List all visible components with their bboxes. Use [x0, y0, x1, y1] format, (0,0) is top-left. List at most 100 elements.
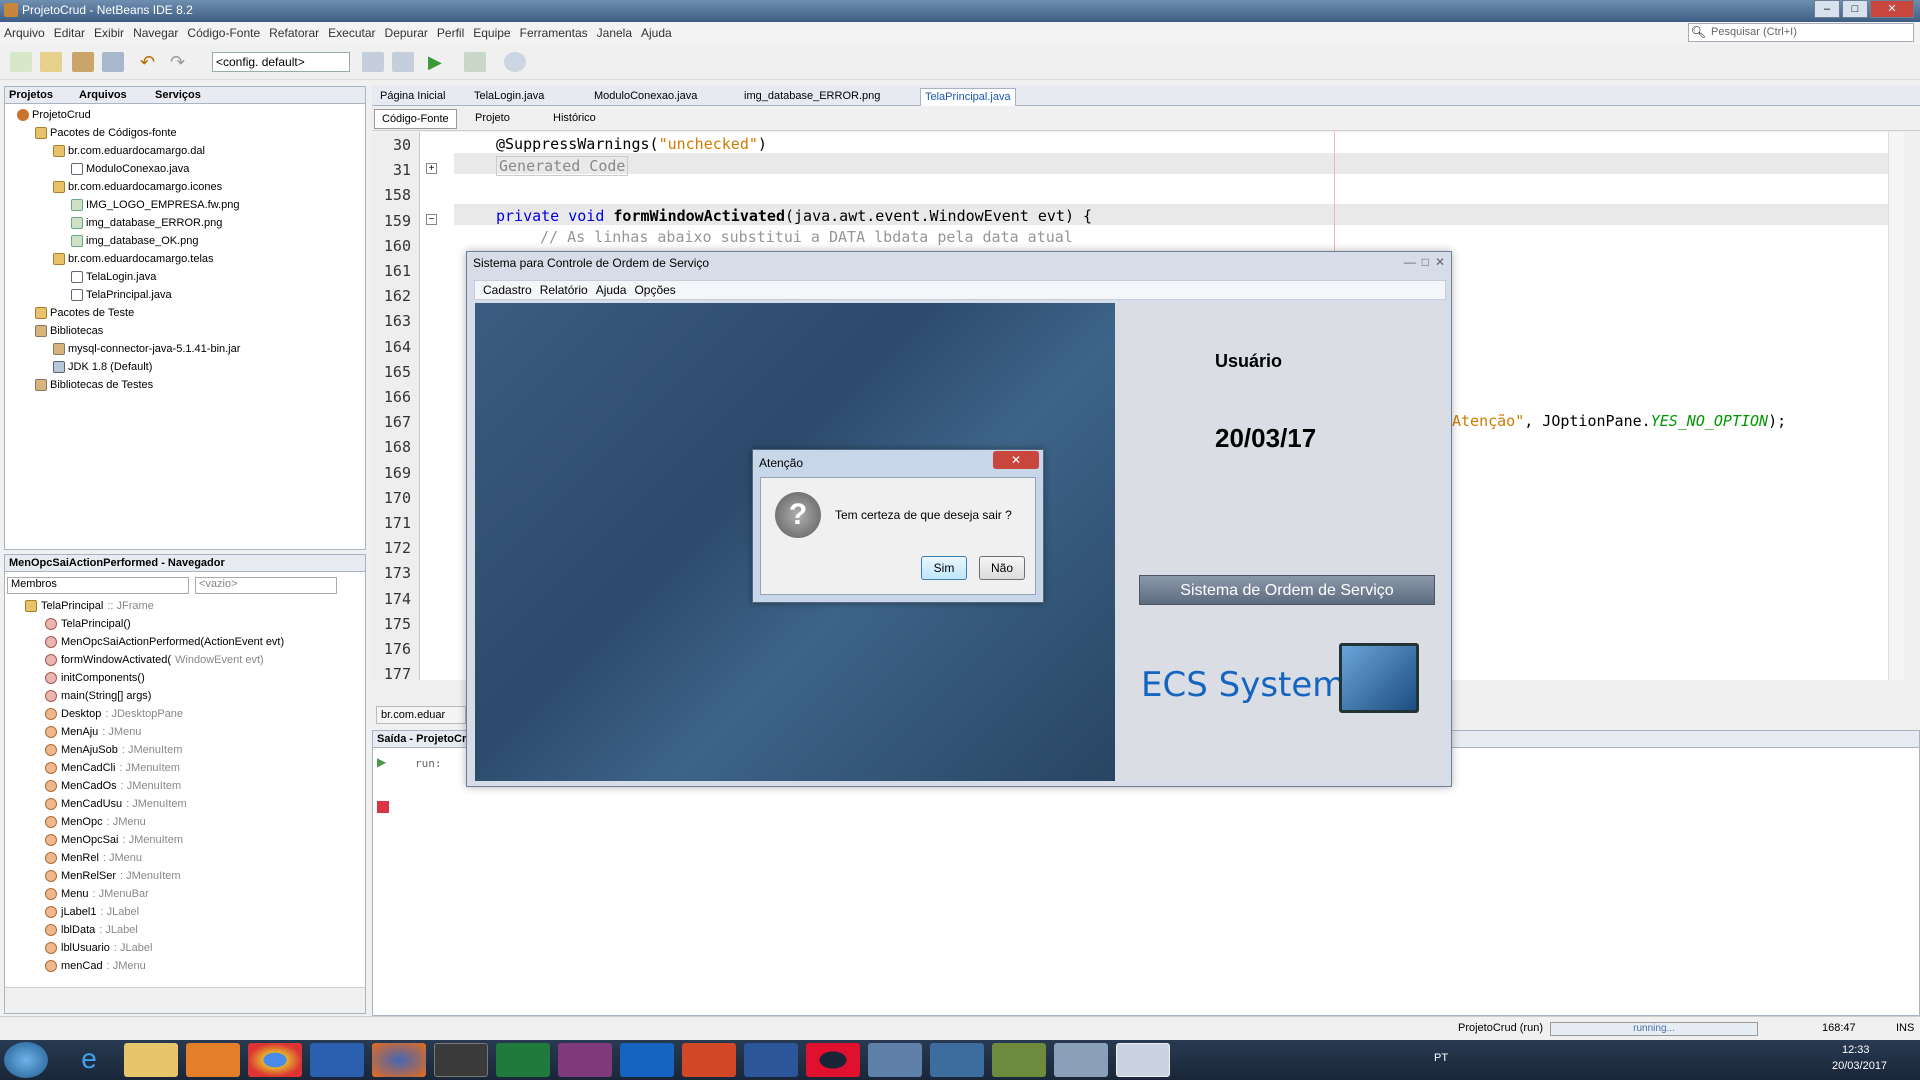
navigator-item[interactable]: MenCadUsu : JMenuItem: [45, 798, 187, 810]
wireshark-icon[interactable]: [930, 1043, 984, 1077]
stop-icon[interactable]: [377, 801, 389, 813]
app-menu-opcoes[interactable]: Opções: [634, 283, 675, 297]
outlook-icon[interactable]: [620, 1043, 674, 1077]
word-icon[interactable]: [744, 1043, 798, 1077]
dialog-close-button[interactable]: ✕: [993, 451, 1039, 469]
profile-icon[interactable]: [504, 52, 526, 72]
tree-node[interactable]: TelaLogin.java: [71, 271, 156, 283]
navigator-item[interactable]: MenRelSer : JMenuItem: [45, 870, 181, 882]
menu-6[interactable]: Executar: [328, 26, 375, 40]
tree-node[interactable]: JDK 1.8 (Default): [53, 361, 152, 373]
tree-node[interactable]: br.com.eduardocamargo.icones: [53, 181, 222, 193]
tab-services[interactable]: Serviços: [155, 89, 201, 101]
menu-9[interactable]: Equipe: [473, 26, 510, 40]
ie-icon[interactable]: e: [62, 1043, 116, 1077]
search-input[interactable]: Pesquisar (Ctrl+I): [1688, 23, 1914, 42]
tree-node[interactable]: TelaPrincipal.java: [71, 289, 172, 301]
chrome-icon[interactable]: [248, 1043, 302, 1077]
new-project-icon[interactable]: [40, 52, 62, 72]
navigator-item[interactable]: MenCadOs : JMenuItem: [45, 780, 181, 792]
menu-11[interactable]: Janela: [597, 26, 632, 40]
navigator-item[interactable]: formWindowActivated(WindowEvent evt): [45, 654, 264, 666]
tree-node[interactable]: img_database_OK.png: [71, 235, 199, 247]
generated-code-fold[interactable]: Generated Code: [496, 156, 629, 176]
open-project-icon[interactable]: [72, 52, 94, 72]
editor-tab[interactable]: TelaLogin.java: [470, 88, 548, 106]
config-select[interactable]: <config. default>: [212, 52, 350, 72]
navigator-item[interactable]: lblUsuario : JLabel: [45, 942, 152, 954]
navigator-item[interactable]: initComponents(): [45, 672, 149, 684]
menu-2[interactable]: Exibir: [94, 26, 124, 40]
editor-tab[interactable]: Página Inicial: [376, 88, 449, 106]
menu-10[interactable]: Ferramentas: [520, 26, 588, 40]
navigator-root[interactable]: TelaPrincipal :: JFrame: [25, 600, 154, 612]
navigator-item[interactable]: MenAjuSob : JMenuItem: [45, 744, 182, 756]
app-menu-cadastro[interactable]: Cadastro: [483, 283, 532, 297]
tree-node[interactable]: Pacotes de Códigos-fonte: [35, 127, 177, 139]
save-all-icon[interactable]: [102, 52, 124, 72]
expand-fold-icon[interactable]: +: [426, 163, 437, 174]
tree-node[interactable]: br.com.eduardocamargo.telas: [53, 253, 214, 265]
tree-node[interactable]: img_database_ERROR.png: [71, 217, 222, 229]
yes-button[interactable]: Sim: [921, 556, 967, 580]
navigator-item[interactable]: MenOpcSai : JMenuItem: [45, 834, 183, 846]
navigator-item[interactable]: MenOpc : JMenu: [45, 816, 146, 828]
new-file-icon[interactable]: [10, 52, 32, 72]
start-button[interactable]: [4, 1042, 48, 1078]
virtualbox-icon[interactable]: [868, 1043, 922, 1077]
tree-node[interactable]: Bibliotecas de Testes: [35, 379, 153, 391]
minimize-button[interactable]: –: [1814, 0, 1840, 18]
navigator-item[interactable]: main(String[] args): [45, 690, 155, 702]
app-menu-relatorio[interactable]: Relatório: [540, 283, 588, 297]
tree-node[interactable]: Bibliotecas: [35, 325, 103, 337]
undo-icon[interactable]: ↶: [140, 52, 162, 72]
app-menu-ajuda[interactable]: Ajuda: [596, 283, 627, 297]
excel-icon[interactable]: [496, 1043, 550, 1077]
visual-studio-icon[interactable]: [310, 1043, 364, 1077]
media-player-icon[interactable]: [186, 1043, 240, 1077]
tools-icon[interactable]: [1054, 1043, 1108, 1077]
tree-node[interactable]: ProjetoCrud: [17, 109, 91, 121]
clean-build-icon[interactable]: [392, 52, 414, 72]
tree-node[interactable]: Pacotes de Teste: [35, 307, 134, 319]
editor-tab[interactable]: ModuloConexao.java: [590, 88, 701, 106]
navigator-item[interactable]: MenOpcSaiActionPerformed(ActionEvent evt…: [45, 636, 288, 648]
status-project[interactable]: ProjetoCrud (run): [1458, 1022, 1543, 1034]
tree-node[interactable]: IMG_LOGO_EMPRESA.fw.png: [71, 199, 239, 211]
tab-files[interactable]: Arquivos: [79, 89, 127, 101]
menu-12[interactable]: Ajuda: [641, 26, 672, 40]
menu-0[interactable]: Arquivo: [4, 26, 45, 40]
navigator-item[interactable]: MenAju : JMenu: [45, 726, 141, 738]
tab-design[interactable]: Projeto: [468, 109, 517, 129]
editor-tab[interactable]: img_database_ERROR.png: [740, 88, 884, 106]
app-minimize-button[interactable]: —: [1404, 255, 1416, 269]
explorer-icon[interactable]: [124, 1043, 178, 1077]
navigator-item[interactable]: Menu : JMenuBar: [45, 888, 149, 900]
output-title[interactable]: Saída - ProjetoCr: [377, 733, 466, 745]
maximize-button[interactable]: □: [1842, 0, 1868, 18]
menu-4[interactable]: Código-Fonte: [187, 26, 260, 40]
powerpoint-icon[interactable]: [682, 1043, 736, 1077]
java-icon[interactable]: [1116, 1043, 1170, 1077]
onenote-icon[interactable]: [558, 1043, 612, 1077]
navigator-item[interactable]: TelaPrincipal(): [45, 618, 135, 630]
menu-1[interactable]: Editar: [54, 26, 85, 40]
app-close-button[interactable]: ✕: [1435, 255, 1445, 269]
navigator-item[interactable]: Desktop : JDesktopPane: [45, 708, 183, 720]
opera-icon[interactable]: [806, 1043, 860, 1077]
run-icon[interactable]: ▶: [428, 52, 450, 72]
clock-time[interactable]: 12:33: [1842, 1044, 1870, 1056]
editor-tab[interactable]: TelaPrincipal.java: [920, 88, 1016, 106]
navigator-item[interactable]: MenCadCli : JMenuItem: [45, 762, 180, 774]
language-indicator[interactable]: PT: [1434, 1052, 1448, 1064]
menu-3[interactable]: Navegar: [133, 26, 178, 40]
breadcrumb[interactable]: br.com.eduar: [376, 706, 466, 724]
rerun-icon[interactable]: ▶: [377, 755, 386, 769]
menu-5[interactable]: Refatorar: [269, 26, 319, 40]
sublime-icon[interactable]: [434, 1043, 488, 1077]
debug-icon[interactable]: [464, 52, 486, 72]
navigator-item[interactable]: menCad : JMenu: [45, 960, 146, 972]
build-icon[interactable]: [362, 52, 384, 72]
clock-date[interactable]: 20/03/2017: [1832, 1060, 1887, 1072]
menu-7[interactable]: Depurar: [385, 26, 428, 40]
